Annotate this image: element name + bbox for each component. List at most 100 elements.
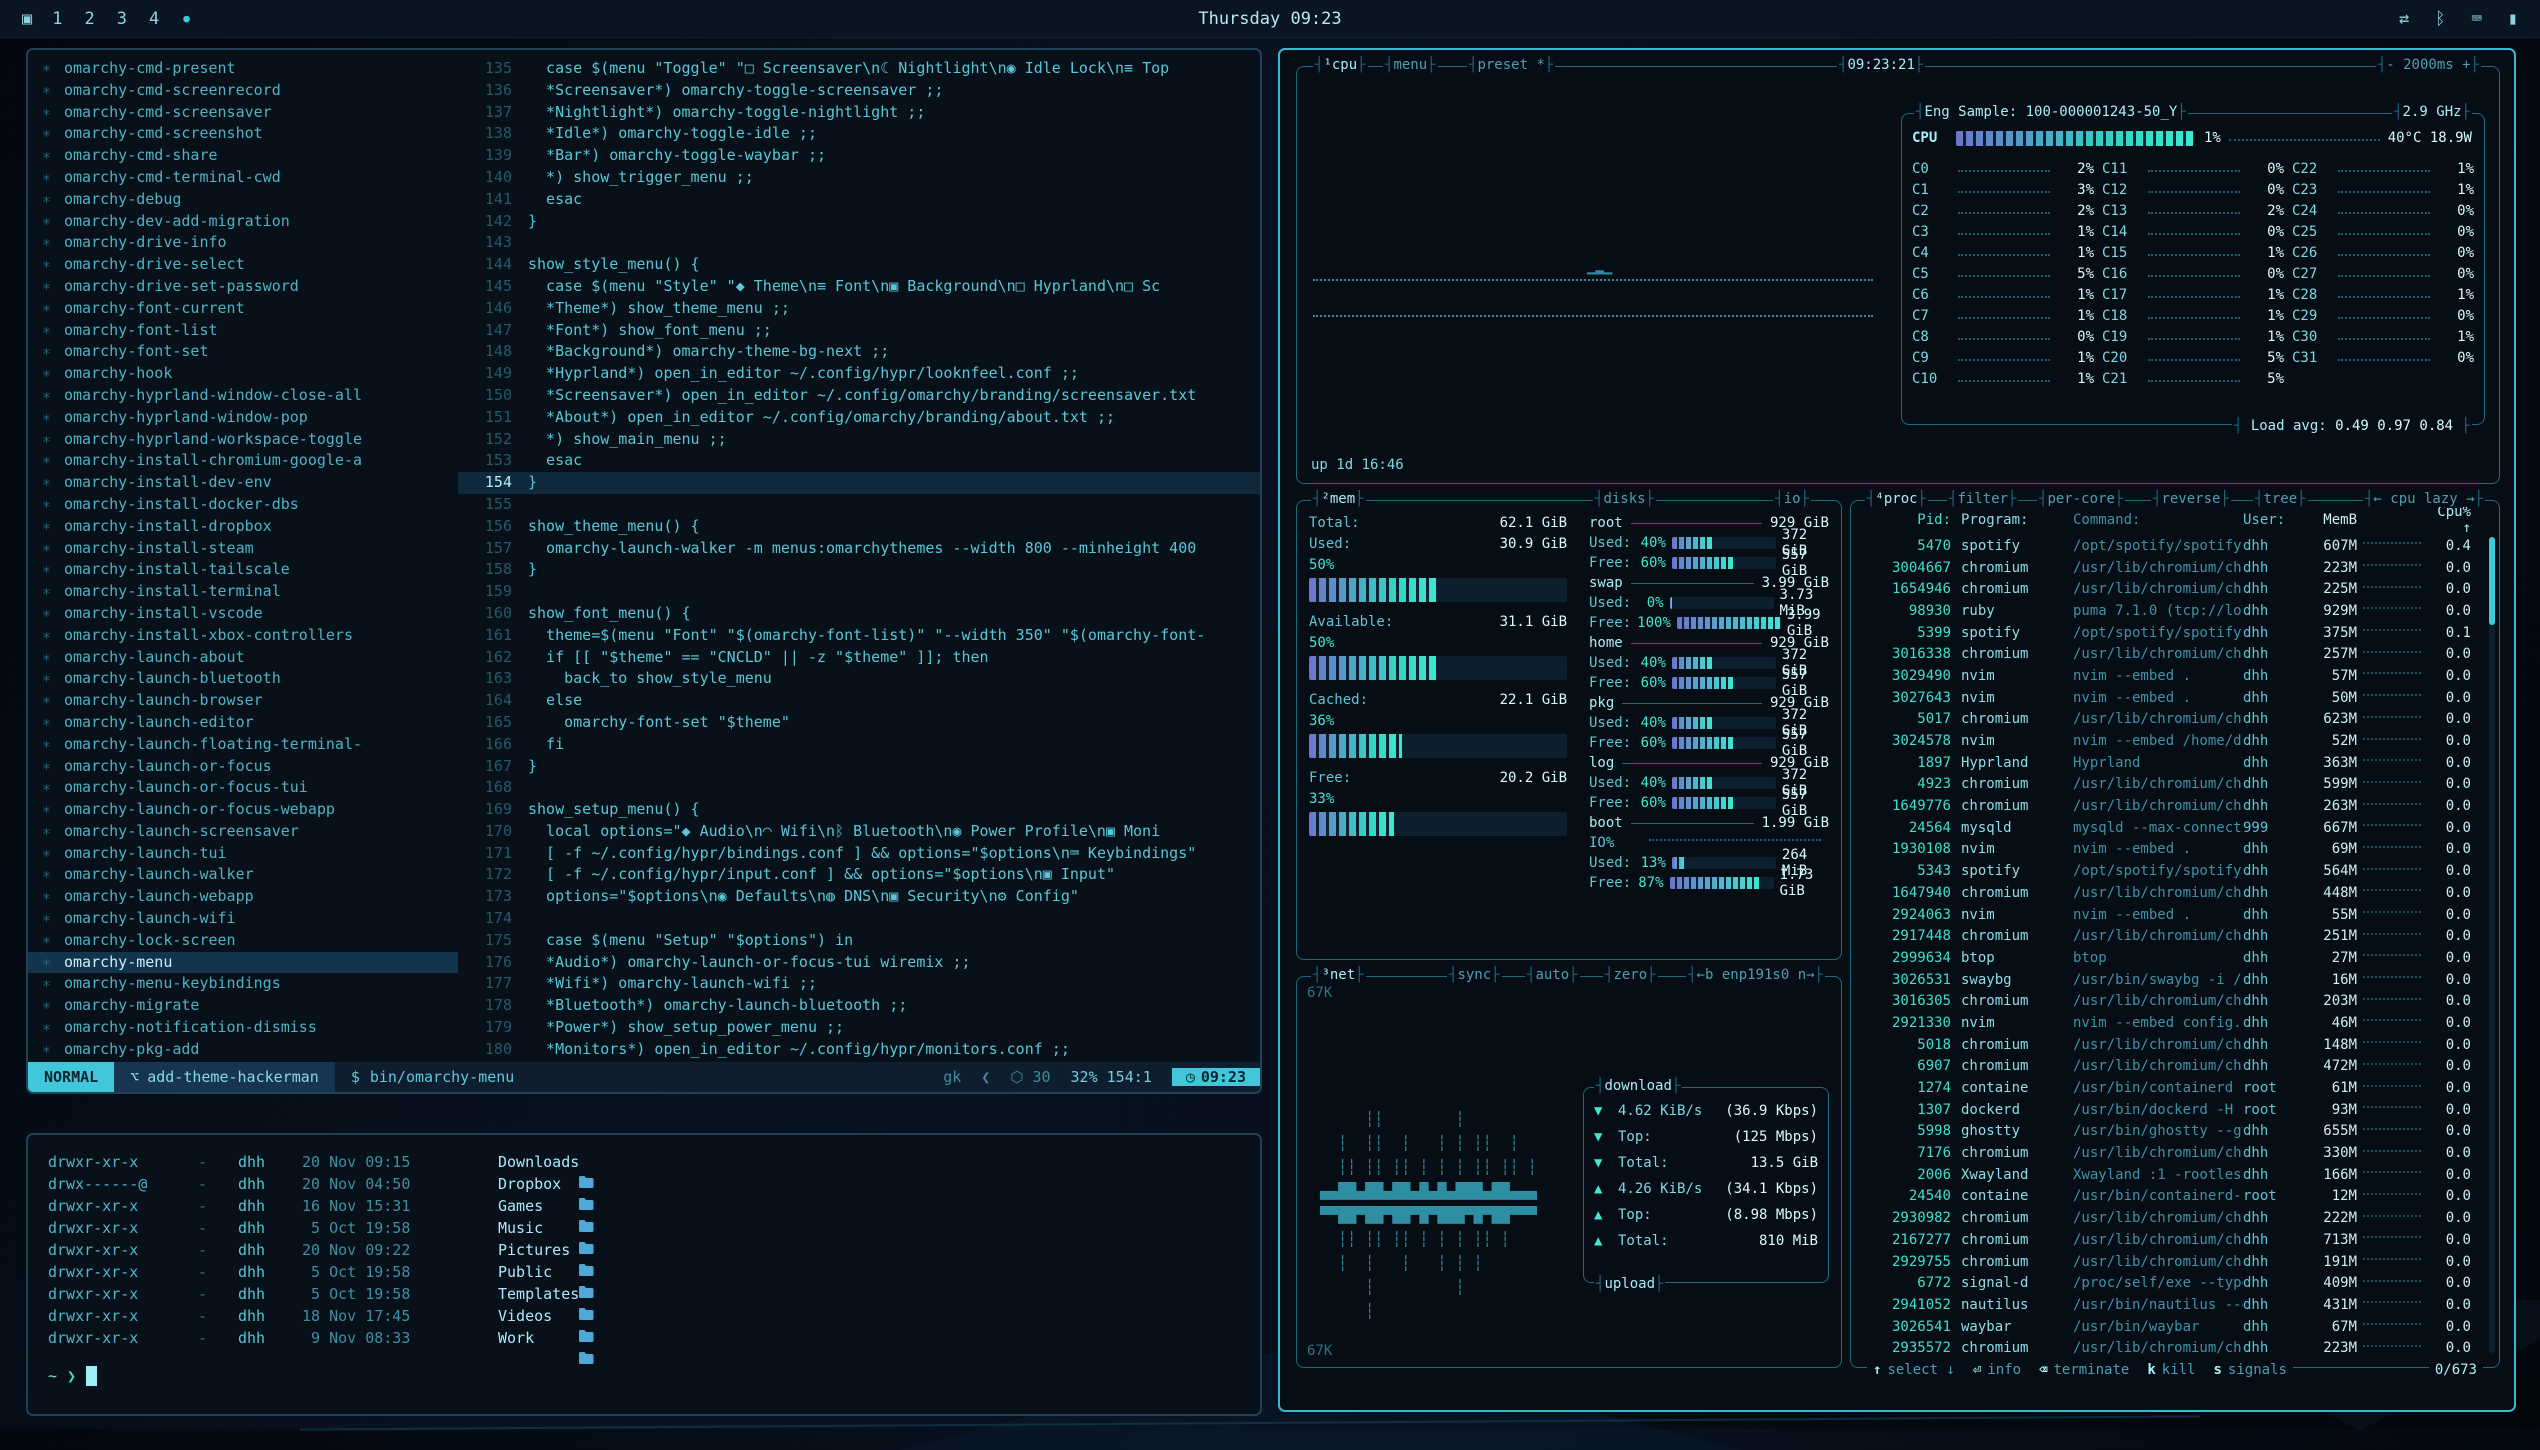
code-line[interactable]: 154 } — [458, 472, 1260, 494]
code-line[interactable]: 135 case $(menu "Toggle" "□ Screensaver\… — [458, 58, 1260, 80]
menu-tab[interactable]: menu — [1383, 57, 1438, 73]
file-tree-item[interactable]: ∗ omarchy-launch-or-focus-webapp — [28, 799, 458, 821]
file-tree-item[interactable]: ∗ omarchy-install-tailscale — [28, 559, 458, 581]
file-tree-item[interactable]: ∗ omarchy-menu-keybindings — [28, 973, 458, 995]
bluetooth-icon[interactable]: ᛒ — [2435, 9, 2445, 29]
code-line[interactable]: 143 — [458, 232, 1260, 254]
process-row[interactable]: 2999634 btop btop dhh 27M 0.0 — [1859, 947, 2481, 969]
folder-name[interactable]: Pictures — [498, 1239, 570, 1261]
process-row[interactable]: 2167277 chromium /usr/lib/chromium/chrom… — [1859, 1229, 2481, 1251]
code-line[interactable]: 155 — [458, 494, 1260, 516]
process-row[interactable]: 2917448 chromium /usr/lib/chromium/chrom… — [1859, 925, 2481, 947]
command-header[interactable]: Command: — [2073, 512, 2243, 528]
code-line[interactable]: 162 if [[ "$theme" == "CNCLD" || -z "$th… — [458, 647, 1260, 669]
code-line[interactable]: 141 esac — [458, 189, 1260, 211]
folder-name[interactable]: Music — [498, 1217, 543, 1239]
code-line[interactable]: 173 options="$options\n◉ Defaults\n◍ DNS… — [458, 886, 1260, 908]
process-row[interactable]: 4923 chromium /usr/lib/chromium/chrom dh… — [1859, 774, 2481, 796]
file-tree-item[interactable]: ∗ omarchy-migrate — [28, 995, 458, 1017]
per-core-tab[interactable]: per-core — [2037, 491, 2125, 507]
shell-prompt[interactable]: ~ ❯ — [48, 1365, 1240, 1387]
auto-tab[interactable]: auto — [1525, 967, 1580, 983]
process-row[interactable]: 2921330 nvim nvim --embed config.jso dhh… — [1859, 1012, 2481, 1034]
process-row[interactable]: 2935572 chromium /usr/lib/chromium/chrom… — [1859, 1337, 2481, 1359]
file-tree-item[interactable]: ∗ omarchy-font-list — [28, 320, 458, 342]
code-line[interactable]: 166 fi — [458, 734, 1260, 756]
cpu-panel-title[interactable]: ¹cpu — [1313, 57, 1368, 73]
process-row[interactable]: 3029490 nvim nvim --embed . dhh 57M 0.0 — [1859, 665, 2481, 687]
folder-name[interactable]: Videos — [498, 1305, 552, 1327]
file-tree-item[interactable]: ∗ omarchy-launch-walker — [28, 864, 458, 886]
process-row[interactable]: 1930108 nvim nvim --embed . dhh 69M 0.0 — [1859, 839, 2481, 861]
process-row[interactable]: 1649776 chromium /usr/lib/chromium/chrom… — [1859, 795, 2481, 817]
file-tree-item[interactable]: ∗ omarchy-launch-or-focus-tui — [28, 777, 458, 799]
process-row[interactable]: 2941052 nautilus /usr/bin/nautilus --gap… — [1859, 1294, 2481, 1316]
process-row[interactable]: 3016338 chromium /usr/lib/chromium/chrom… — [1859, 643, 2481, 665]
file-tree-item[interactable]: ∗ omarchy-pkg-add — [28, 1039, 458, 1061]
code-line[interactable]: 169 show_setup_menu() { — [458, 799, 1260, 821]
code-line[interactable]: 170 local options="◆ Audio\n◠ Wifi\nᛒ Bl… — [458, 821, 1260, 843]
code-line[interactable]: 175 case $(menu "Setup" "$options") in — [458, 930, 1260, 952]
workspace-button[interactable]: 1 — [52, 9, 62, 29]
code-line[interactable]: 161 theme=$(menu "Font" "$(omarchy-font-… — [458, 625, 1260, 647]
code-line[interactable]: 157 omarchy-launch-walker -m menus:omarc… — [458, 538, 1260, 560]
file-tree-item[interactable]: ∗ omarchy-dev-add-migration — [28, 211, 458, 233]
folder-name[interactable]: Dropbox — [498, 1173, 561, 1195]
file-tree-item[interactable]: ∗ omarchy-launch-floating-terminal- — [28, 734, 458, 756]
code-line[interactable]: 177 *Wifi*) omarchy-launch-wifi ;; — [458, 973, 1260, 995]
code-line[interactable]: 153 esac — [458, 450, 1260, 472]
code-line[interactable]: 159 — [458, 581, 1260, 603]
code-line[interactable]: 144 show_style_menu() { — [458, 254, 1260, 276]
code-line[interactable]: 180 *Monitors*) open_in_editor ~/.config… — [458, 1039, 1260, 1061]
process-row[interactable]: 1647940 chromium /usr/lib/chromium/chrom… — [1859, 882, 2481, 904]
hotkey[interactable]: kkill — [2147, 1362, 2195, 1378]
code-line[interactable]: 150 *Screensaver*) open_in_editor ~/.con… — [458, 385, 1260, 407]
file-tree-item[interactable]: ∗ omarchy-cmd-share — [28, 145, 458, 167]
process-row[interactable]: 5343 spotify /opt/spotify/spotify dhh 56… — [1859, 860, 2481, 882]
process-row[interactable]: 1897 Hyprland Hyprland dhh 363M 0.0 — [1859, 752, 2481, 774]
workspace-button[interactable]: 2 — [85, 9, 95, 29]
file-tree-item[interactable]: ∗ omarchy-cmd-present — [28, 58, 458, 80]
code-line[interactable]: 149 *Hyprland*) open_in_editor ~/.config… — [458, 363, 1260, 385]
file-tree-item[interactable]: ∗ omarchy-cmd-screenshot — [28, 123, 458, 145]
hotkey[interactable]: ⌫terminate — [2039, 1362, 2129, 1378]
process-row[interactable]: 2924063 nvim nvim --embed . dhh 55M 0.0 — [1859, 904, 2481, 926]
code-line[interactable]: 158 } — [458, 559, 1260, 581]
folder-name[interactable]: Work — [498, 1327, 534, 1349]
process-row[interactable]: 24540 containe /usr/bin/containerd-shi r… — [1859, 1186, 2481, 1208]
hotkey[interactable]: ssignals — [2213, 1362, 2286, 1378]
reverse-tab[interactable]: reverse — [2151, 491, 2231, 507]
process-row[interactable]: 3027643 nvim nvim --embed . dhh 50M 0.0 — [1859, 687, 2481, 709]
file-tree-item[interactable]: ∗ omarchy-launch-browser — [28, 690, 458, 712]
battery-icon[interactable]: ▮ — [2508, 9, 2518, 29]
file-tree-item[interactable]: ∗ omarchy-hyprland-window-pop — [28, 407, 458, 429]
btop-window[interactable]: ¹cpu menu preset * 09:23:21 - 2000ms + ▁… — [1278, 48, 2516, 1412]
hotkey[interactable]: ↑select ↓ — [1873, 1362, 1955, 1378]
file-tree-item[interactable]: ∗ omarchy-drive-select — [28, 254, 458, 276]
process-row[interactable]: 2006 Xwayland Xwayland :1 -rootless - dh… — [1859, 1164, 2481, 1186]
file-tree-item[interactable]: ∗ omarchy-install-vscode — [28, 603, 458, 625]
file-tree-item[interactable]: ∗ omarchy-drive-set-password — [28, 276, 458, 298]
code-line[interactable]: 168 — [458, 777, 1260, 799]
process-row[interactable]: 6907 chromium /usr/lib/chromium/chrom dh… — [1859, 1056, 2481, 1078]
tree-tab[interactable]: tree — [2253, 491, 2308, 507]
disks-tab[interactable]: disks — [1593, 491, 1656, 507]
file-tree-item[interactable]: ∗ omarchy-launch-or-focus — [28, 756, 458, 778]
process-row[interactable]: 98930 ruby puma 7.1.0 (tcp://local dhh 9… — [1859, 600, 2481, 622]
file-tree-item[interactable]: ∗ omarchy-install-terminal — [28, 581, 458, 603]
file-tree-item[interactable]: ∗ omarchy-launch-webapp — [28, 886, 458, 908]
process-row[interactable]: 5399 spotify /opt/spotify/spotify -- dhh… — [1859, 622, 2481, 644]
cpu-header[interactable]: Cpu% ↑ — [2427, 504, 2481, 536]
code-line[interactable]: 178 *Bluetooth*) omarchy-launch-bluetoot… — [458, 995, 1260, 1017]
proc-scrollbar[interactable] — [2489, 537, 2495, 1353]
screencast-icon[interactable]: ⇄ — [2399, 9, 2409, 29]
file-tree-item[interactable]: ∗ omarchy-hyprland-window-close-all — [28, 385, 458, 407]
zero-tab[interactable]: zero — [1603, 967, 1658, 983]
process-row[interactable]: 5470 spotify /opt/spotify/spotify -- dhh… — [1859, 535, 2481, 557]
code-line[interactable]: 165 omarchy-font-set "$theme" — [458, 712, 1260, 734]
code-line[interactable]: 164 else — [458, 690, 1260, 712]
process-row[interactable]: 1307 dockerd /usr/bin/dockerd -H fd: roo… — [1859, 1099, 2481, 1121]
file-tree-item[interactable]: ∗ omarchy-launch-about — [28, 647, 458, 669]
code-line[interactable]: 140 *) show_trigger_menu ;; — [458, 167, 1260, 189]
code-line[interactable]: 136 *Screensaver*) omarchy-toggle-screen… — [458, 80, 1260, 102]
